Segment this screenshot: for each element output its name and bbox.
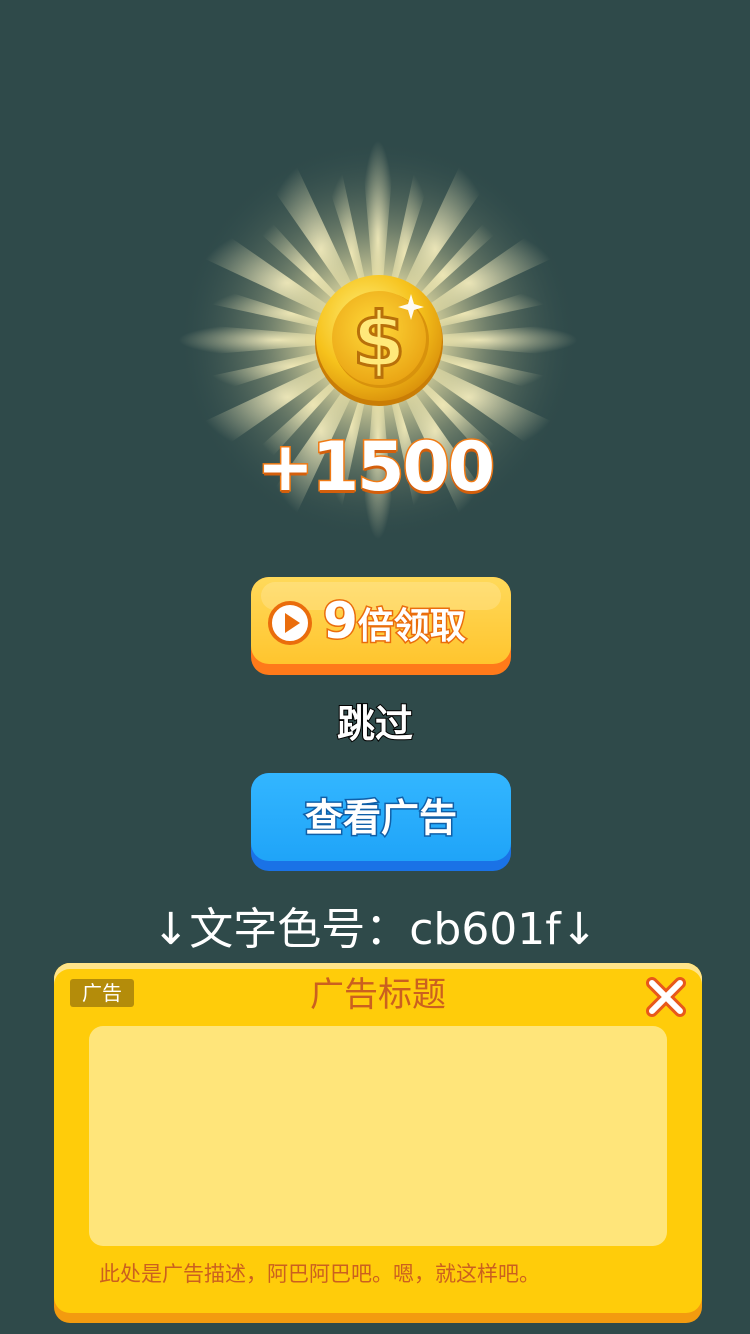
claim-multiplier-button[interactable]: 9倍领取	[251, 577, 511, 675]
ad-image-placeholder[interactable]	[89, 1026, 667, 1246]
dollar-coin-icon: $	[315, 275, 443, 406]
close-x-icon[interactable]	[642, 973, 690, 1021]
claim-text: 倍领取	[356, 605, 467, 649]
reward-amount: +1500	[255, 427, 496, 509]
ad-panel[interactable]: 广告 广告标题 此处是广告描述，阿巴阿巴吧。嗯，就这样吧。	[54, 963, 702, 1323]
ad-title: 广告标题	[310, 975, 446, 1015]
play-circle-icon	[268, 601, 312, 645]
color-note: ↓文字色号：cb601f↓	[152, 904, 598, 955]
skip-button[interactable]: 跳过	[0, 698, 750, 750]
watch-ad-label: 查看广告	[303, 795, 458, 842]
svg-text:$: $	[353, 295, 406, 384]
ad-description: 此处是广告描述，阿巴阿巴吧。嗯，就这样吧。	[99, 1262, 540, 1286]
claim-label: 9倍领取	[322, 592, 468, 651]
watch-ad-button[interactable]: 查看广告	[251, 773, 511, 871]
claim-multiplier: 9	[322, 592, 360, 651]
